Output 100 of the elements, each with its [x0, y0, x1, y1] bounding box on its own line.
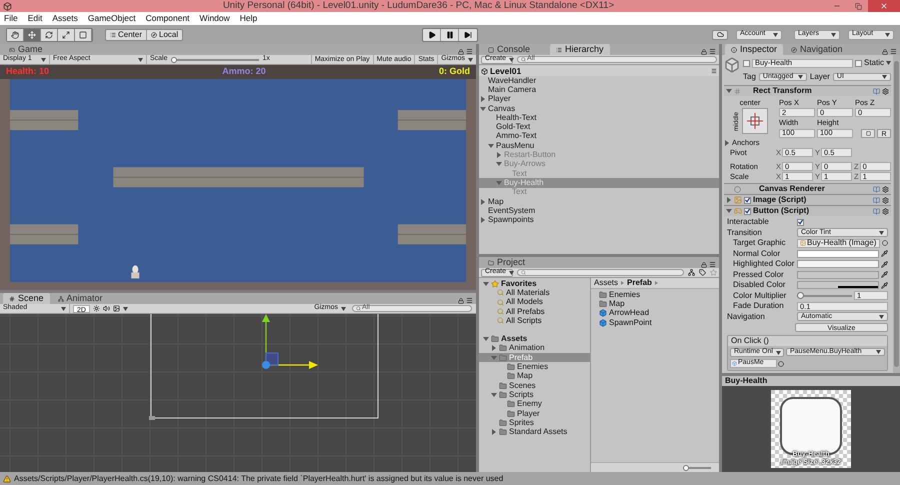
fold-arrow-icon[interactable] — [726, 208, 732, 214]
folder-item[interactable]: Scenes — [479, 380, 590, 390]
menu-item[interactable]: File — [4, 12, 18, 25]
object-picker-icon[interactable] — [778, 360, 784, 366]
object-picker-icon[interactable] — [882, 240, 888, 246]
color-field[interactable] — [797, 281, 879, 290]
lock-icon[interactable] — [701, 48, 707, 54]
breadcrumb-item[interactable]: Assets — [594, 277, 618, 289]
rotation-button[interactable]: Local — [147, 30, 182, 40]
active-checkbox[interactable] — [743, 60, 750, 66]
fold-arrow-icon[interactable] — [491, 392, 497, 398]
color-field[interactable] — [797, 250, 879, 258]
menu-icon[interactable] — [466, 48, 473, 55]
fold-arrow-icon[interactable] — [491, 429, 497, 436]
menu-icon[interactable] — [890, 48, 897, 55]
menu-icon[interactable] — [709, 261, 716, 268]
asset-item[interactable]: ArrowHead — [591, 308, 719, 318]
effects-icon[interactable] — [112, 305, 120, 312]
fold-arrow-icon[interactable] — [483, 280, 489, 287]
folder-item[interactable]: Map — [479, 372, 590, 381]
enabled-checkbox[interactable] — [744, 196, 751, 204]
tool-button[interactable] — [7, 28, 24, 40]
search-field[interactable] — [517, 269, 684, 276]
menu-item[interactable]: GameObject — [88, 12, 136, 25]
asset-item[interactable]: Enemies — [591, 290, 719, 300]
lock-icon[interactable] — [458, 48, 464, 54]
favorite-search-item[interactable]: All Scripts — [479, 316, 590, 326]
tool-button[interactable] — [41, 28, 58, 40]
color-field[interactable] — [797, 260, 879, 268]
lock-icon[interactable] — [701, 262, 707, 268]
menu-icon[interactable] — [466, 297, 473, 304]
panel-tab[interactable]: Hierarchy — [550, 44, 610, 55]
fold-arrow-icon[interactable] — [480, 96, 486, 102]
eyedropper-icon[interactable] — [881, 250, 888, 258]
pivot-button[interactable]: Center — [106, 30, 148, 40]
asset-item[interactable]: SpawnPoint — [591, 318, 719, 328]
menu-icon[interactable] — [711, 68, 717, 74]
hierarchy-item[interactable]: Canvas — [479, 104, 719, 114]
tool-button[interactable] — [58, 28, 75, 40]
hierarchy-item[interactable]: EventSystem — [479, 206, 719, 216]
eyedropper-icon[interactable] — [881, 260, 888, 268]
folder-item[interactable]: Assets — [479, 334, 590, 344]
hierarchy-item[interactable]: Spawnpoints — [479, 215, 719, 225]
folder-item[interactable]: Enemies — [479, 362, 590, 372]
eyedropper-icon[interactable] — [881, 282, 888, 289]
slider-thumb[interactable] — [170, 56, 177, 62]
folder-item[interactable]: Standard Assets — [479, 427, 590, 437]
checkbox[interactable] — [797, 218, 804, 226]
lighting-icon[interactable] — [92, 305, 100, 312]
lock-icon[interactable] — [458, 298, 464, 304]
fold-arrow-icon[interactable] — [724, 140, 730, 146]
menu-icon[interactable] — [709, 48, 716, 55]
menu-item[interactable]: Edit — [28, 12, 42, 25]
favorite-search-item[interactable]: All Prefabs — [479, 306, 590, 316]
settings-icon[interactable] — [882, 196, 889, 204]
favorite-search-item[interactable]: All Materials — [479, 288, 590, 298]
object-field[interactable]: Buy-Health (Image) — [797, 238, 880, 248]
menu-item[interactable]: Assets — [52, 12, 78, 25]
settings-icon[interactable] — [882, 88, 889, 94]
enabled-checkbox[interactable] — [744, 208, 751, 214]
fold-arrow-icon[interactable] — [491, 345, 497, 352]
fold-arrow-icon[interactable] — [496, 152, 502, 158]
color-field[interactable] — [797, 270, 879, 279]
slider-track[interactable] — [797, 294, 852, 297]
settings-icon[interactable] — [882, 186, 889, 192]
favorites-item[interactable]: Favorites — [479, 279, 590, 288]
fold-arrow-icon[interactable] — [480, 106, 486, 112]
menu-item[interactable]: Help — [240, 12, 258, 25]
anchor-preset-button[interactable] — [742, 108, 768, 134]
hierarchy-item[interactable]: Ammo-Text — [479, 132, 719, 142]
hierarchy-item[interactable]: WaveHandler — [479, 76, 719, 86]
blueprint-button[interactable] — [861, 128, 875, 138]
panel-tab[interactable]: Inspector — [725, 44, 784, 55]
static-checkbox[interactable] — [854, 60, 862, 66]
hierarchy-item[interactable]: Map — [479, 196, 719, 206]
fold-arrow-icon[interactable] — [480, 217, 486, 224]
favorite-search-item[interactable]: All Models — [479, 298, 590, 307]
hierarchy-item[interactable]: Gold-Text — [479, 122, 719, 132]
hierarchy-item[interactable]: Main Camera — [479, 85, 719, 95]
hierarchy-item[interactable]: Player — [479, 94, 719, 104]
slider-thumb[interactable] — [683, 464, 689, 470]
breadcrumb-item[interactable]: Prefab — [627, 277, 652, 289]
folder-item[interactable]: Animation — [479, 344, 590, 354]
fold-arrow-icon[interactable] — [726, 88, 732, 94]
label-filter-icon[interactable] — [699, 269, 706, 276]
maximize-icon[interactable] — [855, 2, 862, 10]
folder-item[interactable]: Sprites — [479, 418, 590, 428]
tool-button[interactable] — [75, 28, 92, 40]
fold-arrow-icon[interactable] — [496, 161, 502, 168]
fold-arrow-icon[interactable] — [480, 198, 486, 204]
scene-header[interactable]: Level01 — [479, 66, 719, 76]
fold-arrow-icon[interactable] — [483, 336, 489, 342]
settings-icon[interactable] — [882, 208, 889, 214]
menu-item[interactable]: Window — [200, 12, 230, 25]
cloud-button[interactable] — [712, 30, 728, 40]
type-filter-icon[interactable] — [688, 269, 695, 276]
fold-arrow-icon[interactable] — [726, 197, 732, 203]
menu-item[interactable]: Component — [146, 12, 190, 25]
tool-button[interactable] — [24, 28, 41, 40]
fold-arrow-icon[interactable] — [488, 142, 494, 149]
